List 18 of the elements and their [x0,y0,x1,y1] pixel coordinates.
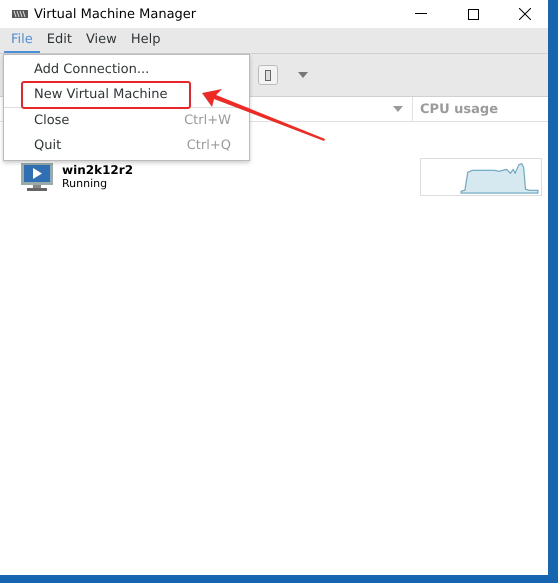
window-title: Virtual Machine Manager [34,6,198,22]
monitor-icon [20,162,54,192]
close-icon [519,8,531,20]
rectangle-icon [265,70,271,80]
menu-item[interactable]: New Virtual Machine [4,82,249,107]
toolbar-button[interactable] [258,65,278,85]
menu-item[interactable]: Edit [40,28,79,53]
caret-icon[interactable] [298,72,308,78]
menu-item[interactable]: Close Ctrl+W [4,108,249,133]
maximize-icon [468,8,478,20]
vm-name: win2k12r2 [62,163,134,177]
vm-status: Running [62,177,108,191]
menu-item[interactable]: Quit Ctrl+Q [4,133,249,158]
caret-icon[interactable] [392,105,404,113]
app-icon [12,9,28,19]
menu-item[interactable]: Help [124,28,168,53]
minimize-icon [415,13,427,15]
menu-item[interactable]: View [78,28,124,53]
